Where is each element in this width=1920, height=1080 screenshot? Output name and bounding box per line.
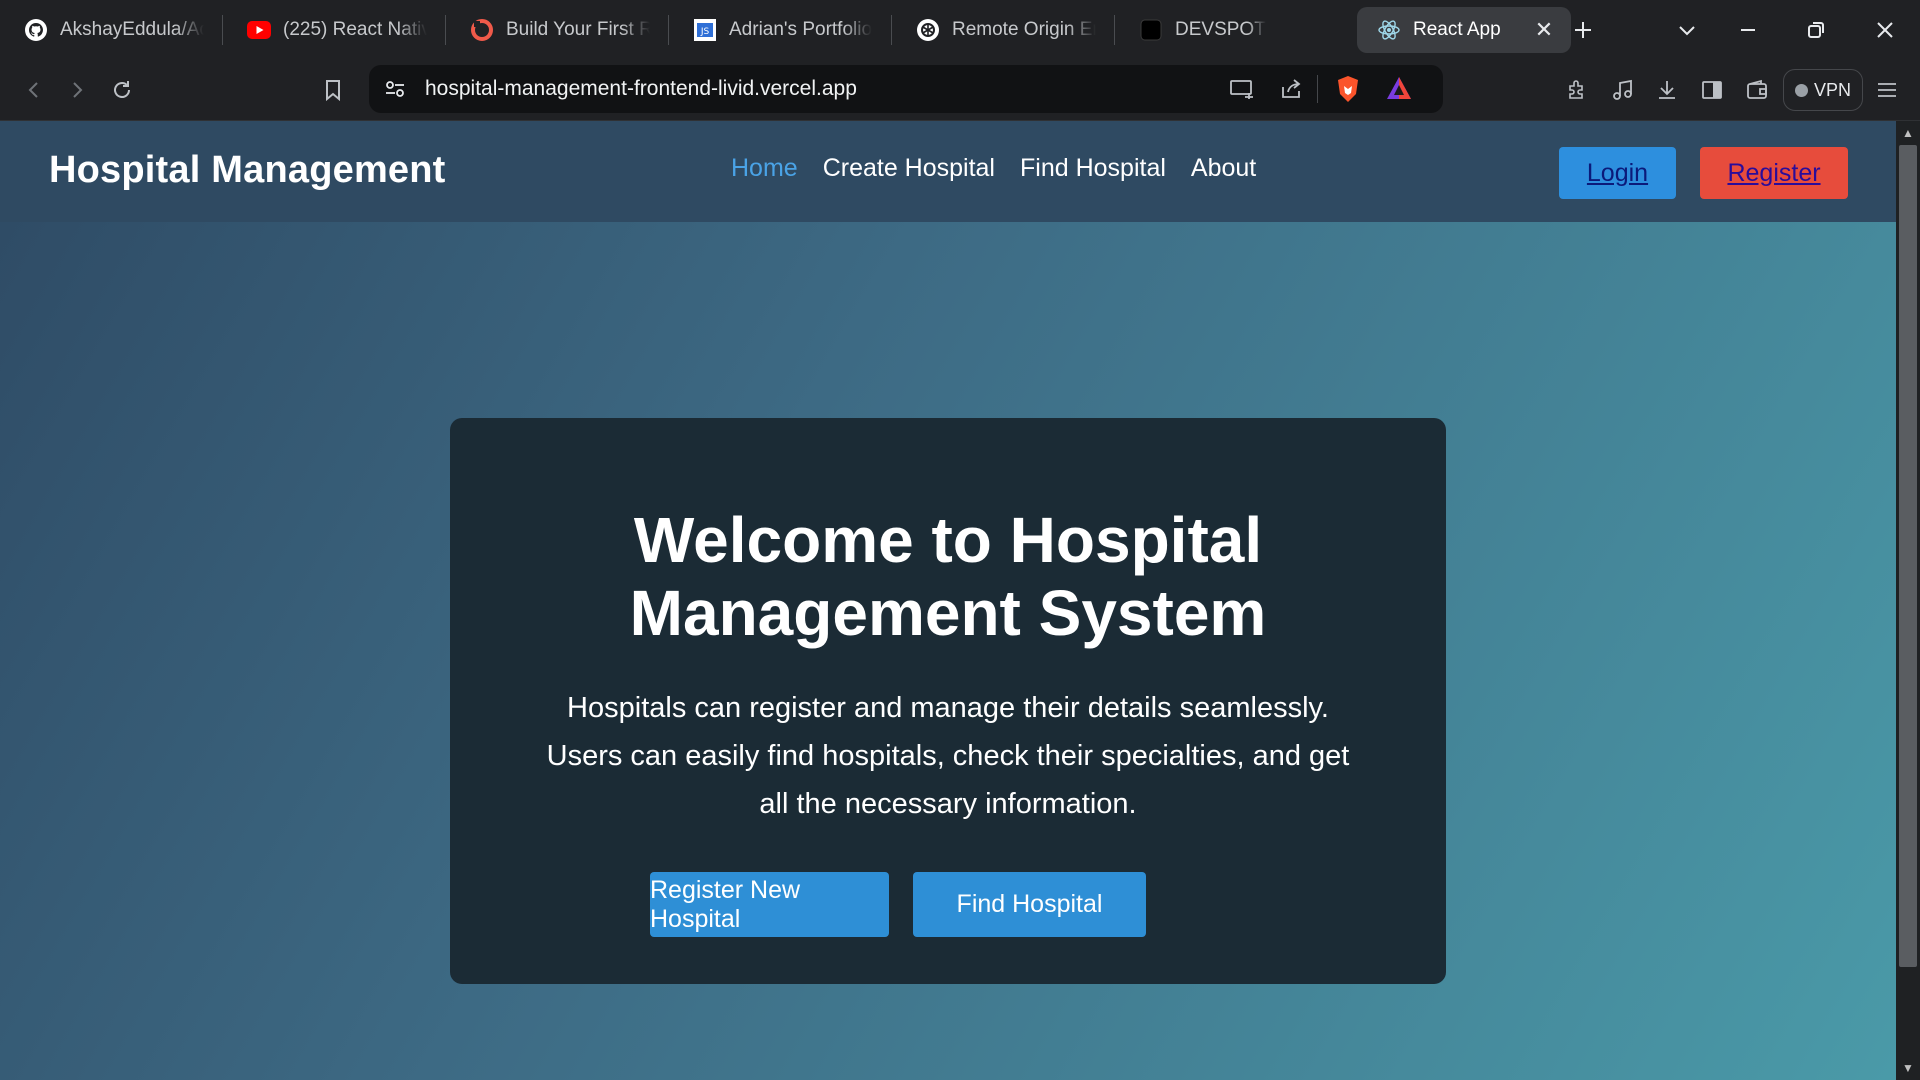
find-hospital-button[interactable]: Find Hospital [913, 872, 1146, 937]
brave-shields-icon[interactable] [1335, 75, 1361, 108]
tab-search-button[interactable] [1667, 10, 1707, 50]
url-text[interactable]: hospital-management-frontend-livid.verce… [425, 77, 857, 101]
vpn-button[interactable]: VPN [1783, 69, 1863, 111]
tab-title: Remote Origin Erro [952, 18, 1096, 40]
hero-card: Welcome to Hospital Management System Ho… [450, 418, 1446, 984]
tab-title: Build Your First Re [506, 18, 650, 40]
devspot-icon [1139, 18, 1163, 42]
svg-text:JS: JS [700, 27, 710, 37]
browser-tab[interactable]: Remote Origin Erro [892, 7, 1114, 53]
portfolio-icon: JS [693, 18, 717, 42]
hero-title: Welcome to Hospital Management System [450, 504, 1446, 650]
tab-title: AkshayEddula/Aor [60, 18, 204, 40]
register-new-hospital-button[interactable]: Register New Hospital [650, 872, 889, 937]
browser-tab[interactable]: (225) React Native [223, 7, 445, 53]
scrollbar-thumb[interactable] [1899, 145, 1917, 967]
nav-link-find-hospital[interactable]: Find Hospital [1020, 154, 1166, 183]
github-icon [24, 18, 48, 42]
browser-toolbar: hospital-management-frontend-livid.verce… [0, 59, 1920, 121]
browser-tab[interactable]: DEVSPOT [1115, 7, 1337, 53]
close-tab-icon[interactable]: ✕ [1533, 17, 1555, 42]
hero-text-line: Hospitals can register and manage their … [567, 692, 1329, 724]
bookmark-icon[interactable] [313, 70, 353, 110]
react-icon [1377, 18, 1401, 42]
hero-text-line: Users can easily find hospitals, check t… [546, 740, 1350, 772]
omnibox-divider [1317, 75, 1318, 103]
share-icon[interactable] [1279, 77, 1303, 106]
tab-title: React App [1413, 18, 1501, 40]
sidebar-icon[interactable] [1692, 70, 1732, 110]
media-icon[interactable] [1603, 70, 1643, 110]
new-tab-button[interactable] [1563, 10, 1603, 50]
register-button[interactable]: Register [1700, 147, 1848, 199]
browser-tab[interactable]: AkshayEddula/Aor [0, 7, 222, 53]
active-browser-tab[interactable]: React App ✕ [1357, 6, 1571, 53]
nav-link-home[interactable]: Home [731, 154, 798, 183]
tab-title: Adrian's Portfolio [729, 18, 873, 40]
youtube-icon [247, 18, 271, 42]
browser-tab[interactable]: Build Your First Re [446, 7, 668, 53]
page-viewport: Hospital Management Home Create Hospital… [0, 121, 1896, 1080]
nav-link-create-hospital[interactable]: Create Hospital [823, 154, 995, 183]
brave-rewards-icon[interactable] [1385, 75, 1413, 106]
menu-icon[interactable] [1867, 70, 1907, 110]
address-bar[interactable]: hospital-management-frontend-livid.verce… [369, 65, 1443, 113]
circle-logo-icon [470, 18, 494, 42]
site-brand[interactable]: Hospital Management [49, 149, 446, 192]
site-nav: Home Create Hospital Find Hospital About [731, 154, 1256, 183]
hero-title-line: Management System [629, 577, 1267, 649]
forward-button[interactable] [57, 70, 97, 110]
wallet-icon[interactable] [1737, 70, 1777, 110]
login-button[interactable]: Login [1559, 147, 1676, 199]
site-settings-icon[interactable] [383, 77, 407, 106]
hero-description: Hospitals can register and manage their … [490, 684, 1406, 828]
tab-strip: AkshayEddula/Aor (225) React Native Buil… [0, 0, 1920, 59]
scroll-up-arrow-icon[interactable]: ▲ [1898, 123, 1918, 143]
hero-text-line: all the necessary information. [759, 788, 1137, 820]
scroll-down-arrow-icon[interactable]: ▼ [1898, 1058, 1918, 1078]
browser-tab[interactable]: JS Adrian's Portfolio [669, 7, 891, 53]
extensions-icon[interactable] [1558, 70, 1598, 110]
hero-title-line: Welcome to Hospital [633, 504, 1263, 576]
reload-button[interactable] [102, 70, 142, 110]
tab-title: (225) React Native [283, 18, 427, 40]
vpn-label: VPN [1813, 79, 1851, 100]
cast-icon[interactable] [1229, 77, 1255, 106]
tab-title: DEVSPOT [1175, 18, 1266, 40]
vpn-status-icon [1794, 83, 1808, 97]
minimize-button[interactable] [1728, 10, 1768, 50]
close-window-button[interactable] [1865, 10, 1905, 50]
chatgpt-icon [916, 18, 940, 42]
site-navbar: Hospital Management Home Create Hospital… [0, 121, 1896, 222]
download-icon[interactable] [1647, 70, 1687, 110]
nav-link-about[interactable]: About [1191, 154, 1256, 183]
restore-button[interactable] [1796, 10, 1836, 50]
back-button[interactable] [14, 70, 54, 110]
